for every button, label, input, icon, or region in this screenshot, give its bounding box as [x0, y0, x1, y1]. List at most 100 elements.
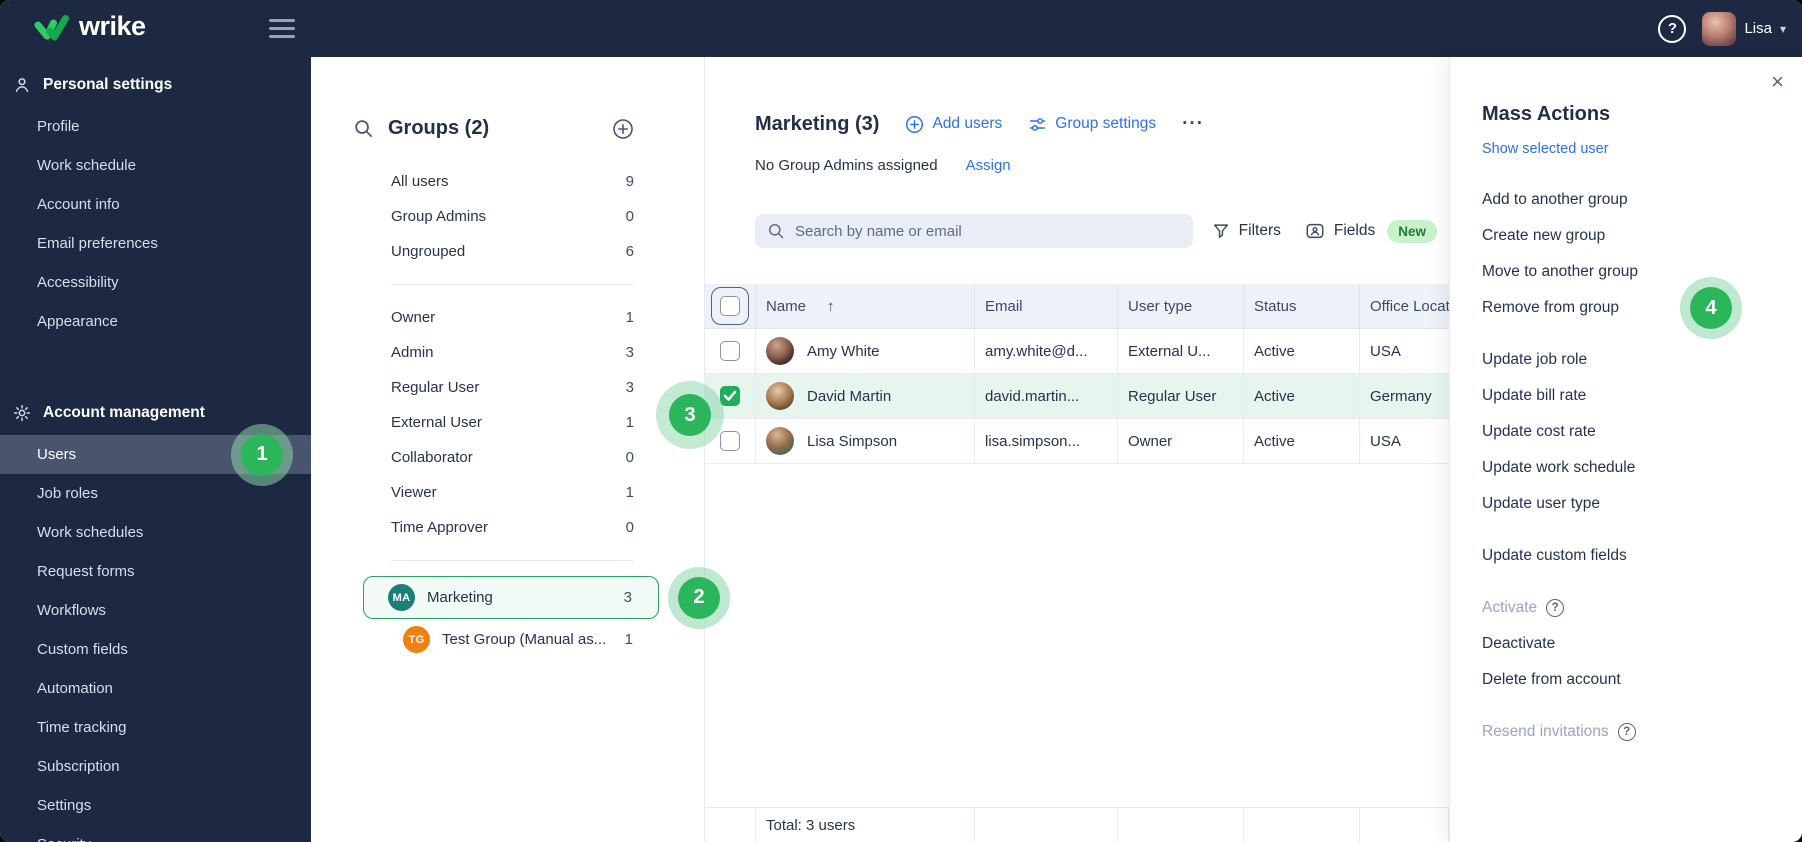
column-label: Name	[766, 297, 807, 315]
group-item-external-user[interactable]: External User 1	[363, 405, 634, 440]
sidebar-header-personal-settings[interactable]: Personal settings	[0, 69, 311, 101]
group-item-all-users[interactable]: All users 9	[363, 164, 634, 199]
sidebar-item-security[interactable]: Security	[0, 825, 311, 842]
sidebar-item-account-info[interactable]: Account info	[0, 185, 311, 224]
search-input[interactable]	[795, 222, 1181, 240]
help-icon[interactable]: ?	[1658, 14, 1687, 43]
sort-ascending-icon: ↑	[827, 297, 835, 315]
sidebar-item-settings[interactable]: Settings	[0, 786, 311, 825]
column-header-email[interactable]: Email	[975, 284, 1118, 328]
action-update-user-type[interactable]: Update user type	[1482, 486, 1778, 522]
sidebar-item-job-roles[interactable]: Job roles	[0, 474, 311, 513]
group-item-admin[interactable]: Admin 3	[363, 335, 634, 370]
user-search-box[interactable]	[755, 214, 1193, 248]
user-name: Amy White	[807, 342, 880, 360]
row-checkbox[interactable]	[720, 431, 740, 451]
sidebar-item-time-tracking[interactable]: Time tracking	[0, 708, 311, 747]
action-update-cost-rate[interactable]: Update cost rate	[1482, 414, 1778, 450]
user-type-cell: Regular User	[1118, 374, 1244, 418]
search-icon[interactable]	[353, 118, 374, 139]
avatar	[766, 382, 794, 410]
group-item-marketing[interactable]: MA Marketing 3 2	[363, 576, 720, 619]
sidebar-item-request-forms[interactable]: Request forms	[0, 552, 311, 591]
mass-actions-panel: × Mass Actions Show selected user Add to…	[1449, 57, 1802, 842]
show-selected-user-link[interactable]: Show selected user	[1482, 141, 1609, 157]
filters-button[interactable]: Filters	[1212, 222, 1281, 240]
group-item-owner[interactable]: Owner 1	[363, 300, 634, 335]
callout-step-2: 2	[678, 576, 720, 619]
row-checkbox-checked[interactable]	[720, 386, 740, 406]
group-item-ungrouped[interactable]: Ungrouped 6	[363, 234, 634, 269]
groups-header: Groups (2)	[353, 117, 634, 140]
add-users-label: Add users	[932, 115, 1003, 132]
user-menu[interactable]: Lisa ▾	[1702, 11, 1786, 46]
close-icon[interactable]: ×	[1771, 71, 1784, 93]
row-checkbox[interactable]	[720, 341, 740, 361]
action-update-job-role[interactable]: Update job role	[1482, 342, 1778, 378]
group-item-collaborator[interactable]: Collaborator 0	[363, 440, 634, 475]
group-item-regular-user[interactable]: Regular User 3	[363, 370, 634, 405]
help-circle-icon[interactable]: ?	[1546, 599, 1565, 617]
column-header-user-type[interactable]: User type	[1118, 284, 1244, 328]
sidebar-header-account-management[interactable]: Account management	[0, 397, 311, 429]
action-label: Resend invitations	[1482, 723, 1609, 740]
action-move-to-another-group[interactable]: Move to another group	[1482, 254, 1778, 290]
row-select-cell	[705, 374, 756, 418]
select-all-checkbox[interactable]	[720, 296, 740, 316]
group-settings-label: Group settings	[1055, 115, 1157, 132]
sidebar-item-email-preferences[interactable]: Email preferences	[0, 224, 311, 263]
group-item-viewer[interactable]: Viewer 1	[363, 475, 634, 510]
group-item-test-group[interactable]: TG Test Group (Manual as... 1	[363, 619, 659, 660]
hamburger-menu-icon[interactable]	[269, 15, 295, 42]
group-item-group-admins[interactable]: Group Admins 0	[363, 199, 634, 234]
column-header-name[interactable]: Name ↑	[756, 284, 975, 328]
group-settings-button[interactable]: Group settings	[1028, 115, 1156, 134]
sidebar-item-work-schedule[interactable]: Work schedule	[0, 146, 311, 185]
wrike-logo[interactable]: wrike	[34, 13, 146, 44]
more-actions-icon[interactable]: ···	[1182, 114, 1204, 133]
group-count: 3	[623, 589, 632, 606]
sidebar-item-work-schedules[interactable]: Work schedules	[0, 513, 311, 552]
sidebar-item-users[interactable]: Users 1	[0, 433, 311, 476]
action-update-bill-rate[interactable]: Update bill rate	[1482, 378, 1778, 414]
person-icon	[15, 78, 29, 92]
fields-button[interactable]: Fields	[1305, 221, 1375, 241]
action-update-custom-fields[interactable]: Update custom fields	[1482, 538, 1778, 574]
action-deactivate[interactable]: Deactivate	[1482, 626, 1778, 662]
wrike-logo-icon	[34, 14, 69, 40]
divider	[391, 560, 634, 561]
help-circle-icon[interactable]: ?	[1617, 723, 1636, 741]
assign-link[interactable]: Assign	[966, 157, 1011, 174]
column-header-status[interactable]: Status	[1244, 284, 1360, 328]
users-table: Name ↑ Email User type Status Office Loc…	[705, 284, 1449, 464]
action-update-work-schedule[interactable]: Update work schedule	[1482, 450, 1778, 486]
add-users-button[interactable]: Add users	[905, 115, 1002, 134]
sidebar-item-profile[interactable]: Profile	[0, 107, 311, 146]
sidebar-item-workflows[interactable]: Workflows	[0, 591, 311, 630]
group-count: 0	[625, 449, 634, 466]
settings-sidebar: Personal settings Profile Work schedule …	[0, 57, 311, 842]
sidebar-item-automation[interactable]: Automation	[0, 669, 311, 708]
sidebar-item-appearance[interactable]: Appearance	[0, 302, 311, 341]
column-header-office-location[interactable]: Office Locat...	[1360, 284, 1449, 328]
name-cell: David Martin	[756, 374, 975, 418]
status-cell: Active	[1244, 419, 1360, 463]
group-item-time-approver[interactable]: Time Approver 0	[363, 510, 634, 545]
action-create-new-group[interactable]: Create new group	[1482, 218, 1778, 254]
action-delete-from-account[interactable]: Delete from account	[1482, 662, 1778, 698]
email-cell: amy.white@d...	[975, 329, 1118, 373]
action-remove-from-group[interactable]: Remove from group 4	[1482, 287, 1778, 329]
callout-step-3: 3	[669, 394, 711, 436]
group-count: 0	[625, 208, 634, 225]
sidebar-item-subscription[interactable]: Subscription	[0, 747, 311, 786]
table-row-lisa-simpson[interactable]: Lisa Simpson lisa.simpson... Owner Activ…	[705, 419, 1449, 464]
sidebar-item-accessibility[interactable]: Accessibility	[0, 263, 311, 302]
action-add-to-another-group[interactable]: Add to another group	[1482, 182, 1778, 218]
table-row-amy-white[interactable]: Amy White amy.white@d... External U... A…	[705, 329, 1449, 374]
row-select-cell	[705, 419, 756, 463]
user-avatar	[1702, 11, 1737, 46]
table-row-david-martin[interactable]: David Martin david.martin... Regular Use…	[705, 374, 1449, 419]
sidebar-item-custom-fields[interactable]: Custom fields	[0, 630, 311, 669]
group-admins-row: No Group Admins assigned Assign	[705, 157, 1449, 174]
add-group-icon[interactable]	[612, 118, 634, 140]
